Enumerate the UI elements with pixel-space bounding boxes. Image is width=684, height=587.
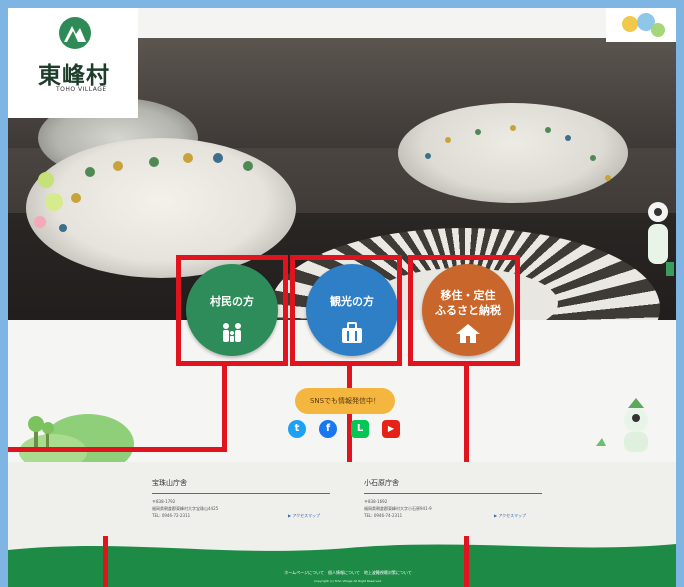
- office-zip-hojuyama: 〒838-1792: [152, 499, 176, 504]
- page: 東峰村 TOHO VILLAGE 村民の方 観光の方 移住・定住 ふるさと納税 …: [8, 8, 676, 587]
- access-map-link-hojuyama[interactable]: ▶ アクセスマップ: [288, 513, 320, 519]
- line-icon[interactable]: L: [351, 420, 369, 438]
- logo[interactable]: 東峰村 TOHO VILLAGE: [8, 8, 138, 118]
- twitter-icon[interactable]: t: [288, 420, 306, 438]
- mascot-decoration: [606, 8, 676, 42]
- copyright-text: Copyright (c) Toho Village All Right Res…: [314, 579, 382, 583]
- office-address-hojuyama: 福岡県朝倉郡東峰村大字宝珠山4425: [152, 506, 219, 511]
- logo-title: 東峰村: [38, 62, 110, 89]
- footer-links[interactable]: ホームページについて 個人情報について 地上波難視聴対策について: [248, 570, 448, 576]
- connector-line-residents-v: [222, 366, 227, 452]
- mascot-right-icon: [648, 202, 668, 264]
- hills-decoration: [19, 414, 134, 462]
- youtube-icon[interactable]: ▶: [382, 420, 400, 438]
- highlight-box-tourists: [290, 255, 402, 366]
- office-tel-hojuyama: TEL: 0946-72-2311: [152, 513, 191, 518]
- office-address-koishiwara: 福岡県朝倉郡東峰村大字小石原941-9: [364, 506, 432, 511]
- highlight-box-relocation: [408, 255, 520, 366]
- access-map-link-koishiwara[interactable]: ▶ アクセスマップ: [494, 513, 526, 519]
- connector-line-tourists-overlay: [103, 536, 108, 587]
- connector-line-relocation-overlay: [464, 536, 469, 587]
- highlight-box-residents: [176, 255, 288, 366]
- flower-decoration: [34, 172, 63, 228]
- connector-line-residents-h: [8, 447, 227, 452]
- mascot-bottom-icon: [596, 398, 648, 452]
- facebook-icon[interactable]: f: [319, 420, 337, 438]
- office-title-koishiwara: 小石原庁舎: [364, 479, 399, 487]
- office-title-hojuyama: 宝珠山庁舎: [152, 479, 187, 487]
- logo-subtitle: TOHO VILLAGE: [56, 86, 107, 93]
- logo-mountain-icon: [59, 17, 91, 49]
- mascot-icon: [622, 13, 665, 37]
- office-divider-hojuyama: [152, 493, 330, 494]
- sns-bubble: SNSでも情報発信中！: [295, 388, 395, 414]
- office-zip-koishiwara: 〒838-1692: [364, 499, 388, 504]
- office-tel-koishiwara: TEL: 0946-74-2311: [364, 513, 403, 518]
- office-divider-koishiwara: [364, 493, 542, 494]
